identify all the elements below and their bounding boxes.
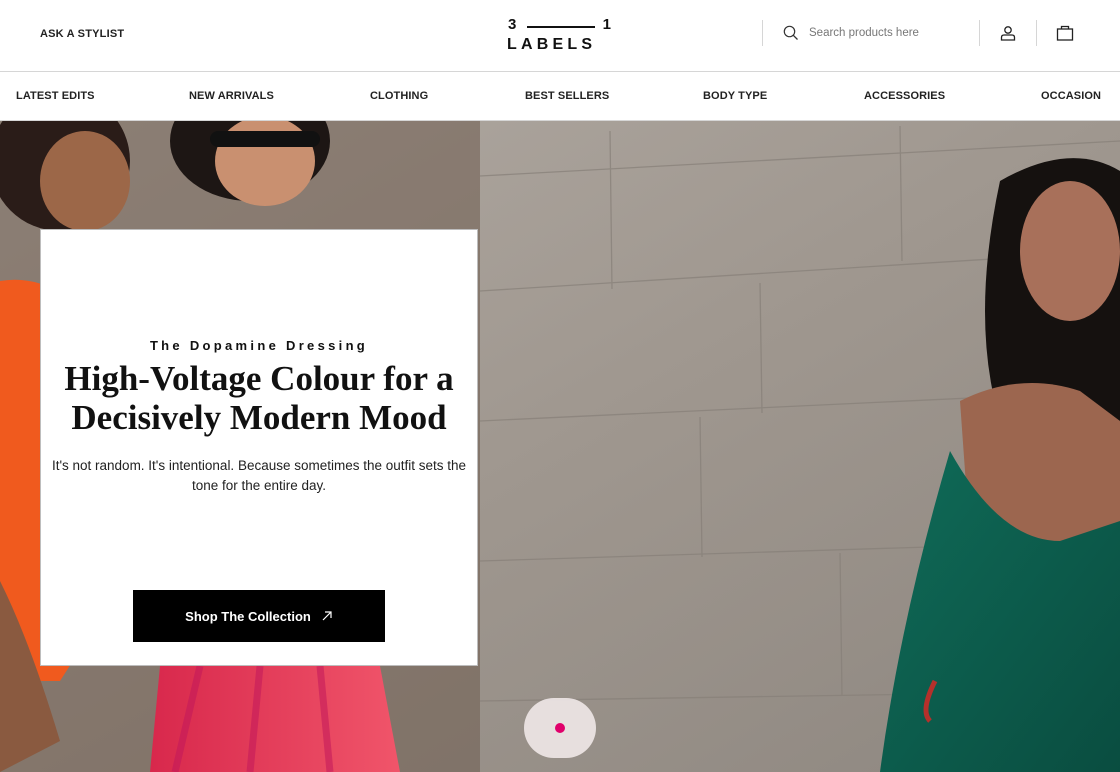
ask-a-stylist-link[interactable]: ASK A STYLIST bbox=[40, 28, 124, 40]
hero-headline: High-Voltage Colour for a Decisively Mod… bbox=[64, 359, 454, 437]
hero-content-card: The Dopamine Dressing High-Voltage Colou… bbox=[40, 229, 478, 666]
search-input[interactable] bbox=[809, 22, 969, 44]
nav-body-type[interactable]: BODY TYPE bbox=[703, 90, 767, 102]
nav-clothing[interactable]: CLOTHING bbox=[370, 90, 428, 102]
site-header: ASK A STYLIST 3 1 LABELS bbox=[0, 0, 1120, 72]
nav-new-arrivals[interactable]: NEW ARRIVALS bbox=[189, 90, 274, 102]
main-navigation: LATEST EDITS NEW ARRIVALS CLOTHING BEST … bbox=[0, 72, 1120, 121]
shopping-bag-icon[interactable] bbox=[1055, 23, 1075, 43]
arrow-up-right-icon bbox=[322, 611, 332, 621]
carousel-dot-active[interactable] bbox=[555, 723, 565, 733]
header-divider bbox=[1036, 20, 1037, 46]
shop-the-collection-button[interactable]: Shop The Collection bbox=[133, 590, 385, 642]
brand-logo[interactable]: 3 1 LABELS bbox=[507, 17, 613, 53]
nav-accessories[interactable]: ACCESSORIES bbox=[864, 90, 945, 102]
hero-description: It's not random. It's intentional. Becau… bbox=[51, 458, 467, 493]
nav-best-sellers[interactable]: BEST SELLERS bbox=[525, 90, 609, 102]
nav-latest-edits[interactable]: LATEST EDITS bbox=[16, 90, 95, 102]
nav-occasion[interactable]: OCCASION bbox=[1041, 90, 1101, 102]
search-bar bbox=[762, 20, 980, 46]
hero-eyebrow: The Dopamine Dressing bbox=[149, 338, 369, 353]
search-icon[interactable] bbox=[783, 25, 799, 41]
carousel-pagination bbox=[524, 698, 596, 758]
user-icon[interactable] bbox=[998, 24, 1018, 44]
